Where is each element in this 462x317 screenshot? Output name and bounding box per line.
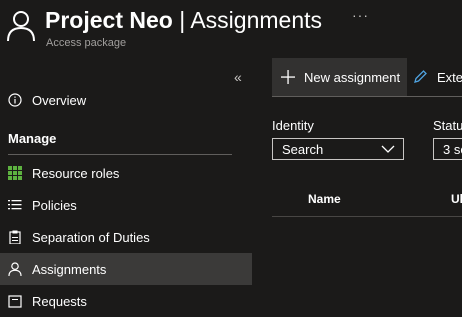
extend-label: Exte xyxy=(437,69,462,85)
sidebar-item-label: Separation of Duties xyxy=(32,229,150,245)
chevron-down-icon xyxy=(381,143,395,155)
extend-button[interactable]: Exte xyxy=(412,58,462,96)
user-icon xyxy=(8,262,22,276)
sidebar-item-separation-of-duties[interactable]: Separation of Duties xyxy=(0,221,252,253)
page-title: Project Neo | Assignments xyxy=(45,5,322,35)
identity-filter-label: Identity xyxy=(272,118,314,133)
user-avatar-icon xyxy=(6,10,36,42)
page-title-separator: | xyxy=(172,7,191,33)
identity-search-value: Search xyxy=(282,141,324,157)
sidebar-item-resource-roles[interactable]: Resource roles xyxy=(0,157,252,189)
sidebar-item-policies[interactable]: Policies xyxy=(0,189,252,221)
identity-search-dropdown[interactable]: Search xyxy=(272,138,404,160)
column-header-name[interactable]: Name xyxy=(308,192,341,206)
sidebar-item-label: Overview xyxy=(32,92,87,108)
plus-icon xyxy=(280,69,296,85)
section-heading-manage: Manage xyxy=(8,131,57,146)
status-value: 3 se xyxy=(443,141,462,157)
sidebar-item-assignments[interactable]: Assignments xyxy=(0,253,252,285)
status-dropdown[interactable]: 3 se xyxy=(433,138,462,160)
command-bar: New assignment Exte xyxy=(272,58,462,97)
sidebar-item-label: Resource roles xyxy=(32,165,120,181)
sidebar-item-label: Requests xyxy=(32,293,87,309)
sidebar-item-overview[interactable]: Overview xyxy=(0,84,252,116)
pencil-icon xyxy=(412,69,428,85)
grid-icon xyxy=(8,166,22,180)
table-header-divider xyxy=(272,216,462,217)
page-subtitle: Access package xyxy=(46,37,127,49)
status-filter-label: Statu xyxy=(433,118,462,133)
list-icon xyxy=(8,198,22,212)
sidebar-item-requests[interactable]: Requests xyxy=(0,285,252,317)
sidebar-item-label: Assignments xyxy=(32,261,107,277)
new-assignment-button[interactable]: New assignment xyxy=(272,58,407,96)
new-assignment-label: New assignment xyxy=(304,69,401,85)
collapse-sidebar-button[interactable]: « xyxy=(234,69,242,85)
requests-icon xyxy=(8,294,22,308)
more-options-button[interactable]: ··· xyxy=(352,7,369,23)
sidebar-item-label: Policies xyxy=(32,197,77,213)
info-icon xyxy=(8,93,22,107)
page-title-page: Assignments xyxy=(190,7,322,33)
section-divider xyxy=(8,154,232,155)
column-header-user[interactable]: Ul xyxy=(451,192,462,206)
page-title-project: Project Neo xyxy=(45,7,173,33)
clipboard-icon xyxy=(8,230,22,244)
